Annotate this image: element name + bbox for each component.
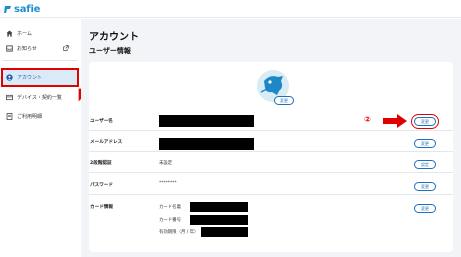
- user-info-card: 変更 ユーザー名 変更 ② メールアドレス 変更 2段階認証 未設定 設定 パス…: [89, 62, 453, 252]
- row-password: パスワード ******** 変更: [89, 176, 453, 195]
- user-icon: [6, 74, 13, 81]
- password-change-button[interactable]: 変更: [414, 182, 436, 191]
- sidebar-item-billing[interactable]: ご利用明細: [3, 109, 77, 124]
- card-holder-label: カード名義: [159, 205, 181, 210]
- sidebar-item-devices[interactable]: デバイス・契約一覧: [3, 90, 77, 105]
- page-title: アカウント: [89, 32, 139, 43]
- avatar-change-button[interactable]: 変更: [274, 96, 294, 105]
- redacted-card-number: [190, 215, 248, 225]
- step2-marker: ②: [364, 115, 371, 124]
- main-content: アカウント ユーザー情報 変更 ユーザー名 変更 ② メールアドレス 変更 2段…: [81, 19, 461, 257]
- safie-logo[interactable]: safie: [4, 3, 40, 15]
- sidebar-item-label: ホーム: [17, 31, 32, 37]
- row-label: パスワード: [90, 183, 113, 188]
- card-expiry-label: 有効期限（月 / 年）: [159, 230, 199, 235]
- sidebar: ホーム お知らせ アカウント デバイス・契約一覧 ご利用明細: [0, 19, 80, 257]
- inbox-icon: [6, 45, 13, 52]
- sidebar-item-label: アカウント: [17, 75, 43, 81]
- redacted-email: [159, 138, 254, 150]
- username-change-button[interactable]: 変更: [411, 114, 439, 129]
- redacted-card-expiry: [201, 227, 248, 237]
- sidebar-item-home[interactable]: ホーム: [3, 26, 77, 41]
- home-icon: [6, 30, 13, 37]
- device-icon: [6, 94, 13, 101]
- row-label: 2段階認証: [90, 161, 112, 166]
- row-two-factor: 2段階認証 未設定 設定: [89, 154, 453, 173]
- sidebar-divider: [3, 60, 77, 61]
- sidebar-item-label: デバイス・契約一覧: [17, 95, 62, 101]
- row-label: ユーザー名: [90, 119, 113, 124]
- external-link-icon: [63, 45, 69, 51]
- top-bar: safie: [0, 0, 461, 18]
- sidebar-item-label: ご利用明細: [17, 114, 43, 120]
- section-title: ユーザー情報: [89, 47, 131, 55]
- sidebar-item-news[interactable]: お知らせ: [3, 41, 77, 56]
- card-number-label: カード番号: [159, 218, 181, 223]
- receipt-icon: [6, 113, 13, 120]
- row-card-info: カード情報 カード名義 カード番号 有効期限（月 / 年） 変更: [89, 198, 453, 246]
- two-factor-setup-button[interactable]: 設定: [414, 160, 436, 169]
- brand-name: safie: [14, 3, 41, 15]
- row-email: メールアドレス 変更: [89, 133, 453, 152]
- sidebar-item-account[interactable]: アカウント: [1, 68, 79, 87]
- card-change-button[interactable]: 変更: [414, 204, 436, 213]
- safie-logo-icon: [4, 5, 11, 13]
- redacted-card-holder: [190, 202, 248, 212]
- email-change-button[interactable]: 変更: [414, 139, 436, 148]
- step2-arrow-icon: [383, 114, 407, 128]
- row-label: メールアドレス: [90, 140, 123, 145]
- password-mask: ********: [159, 181, 177, 186]
- sidebar-item-label: お知らせ: [17, 46, 37, 52]
- two-factor-status: 未設定: [159, 161, 173, 166]
- row-label: カード情報: [90, 205, 113, 210]
- redacted-username: [159, 115, 254, 127]
